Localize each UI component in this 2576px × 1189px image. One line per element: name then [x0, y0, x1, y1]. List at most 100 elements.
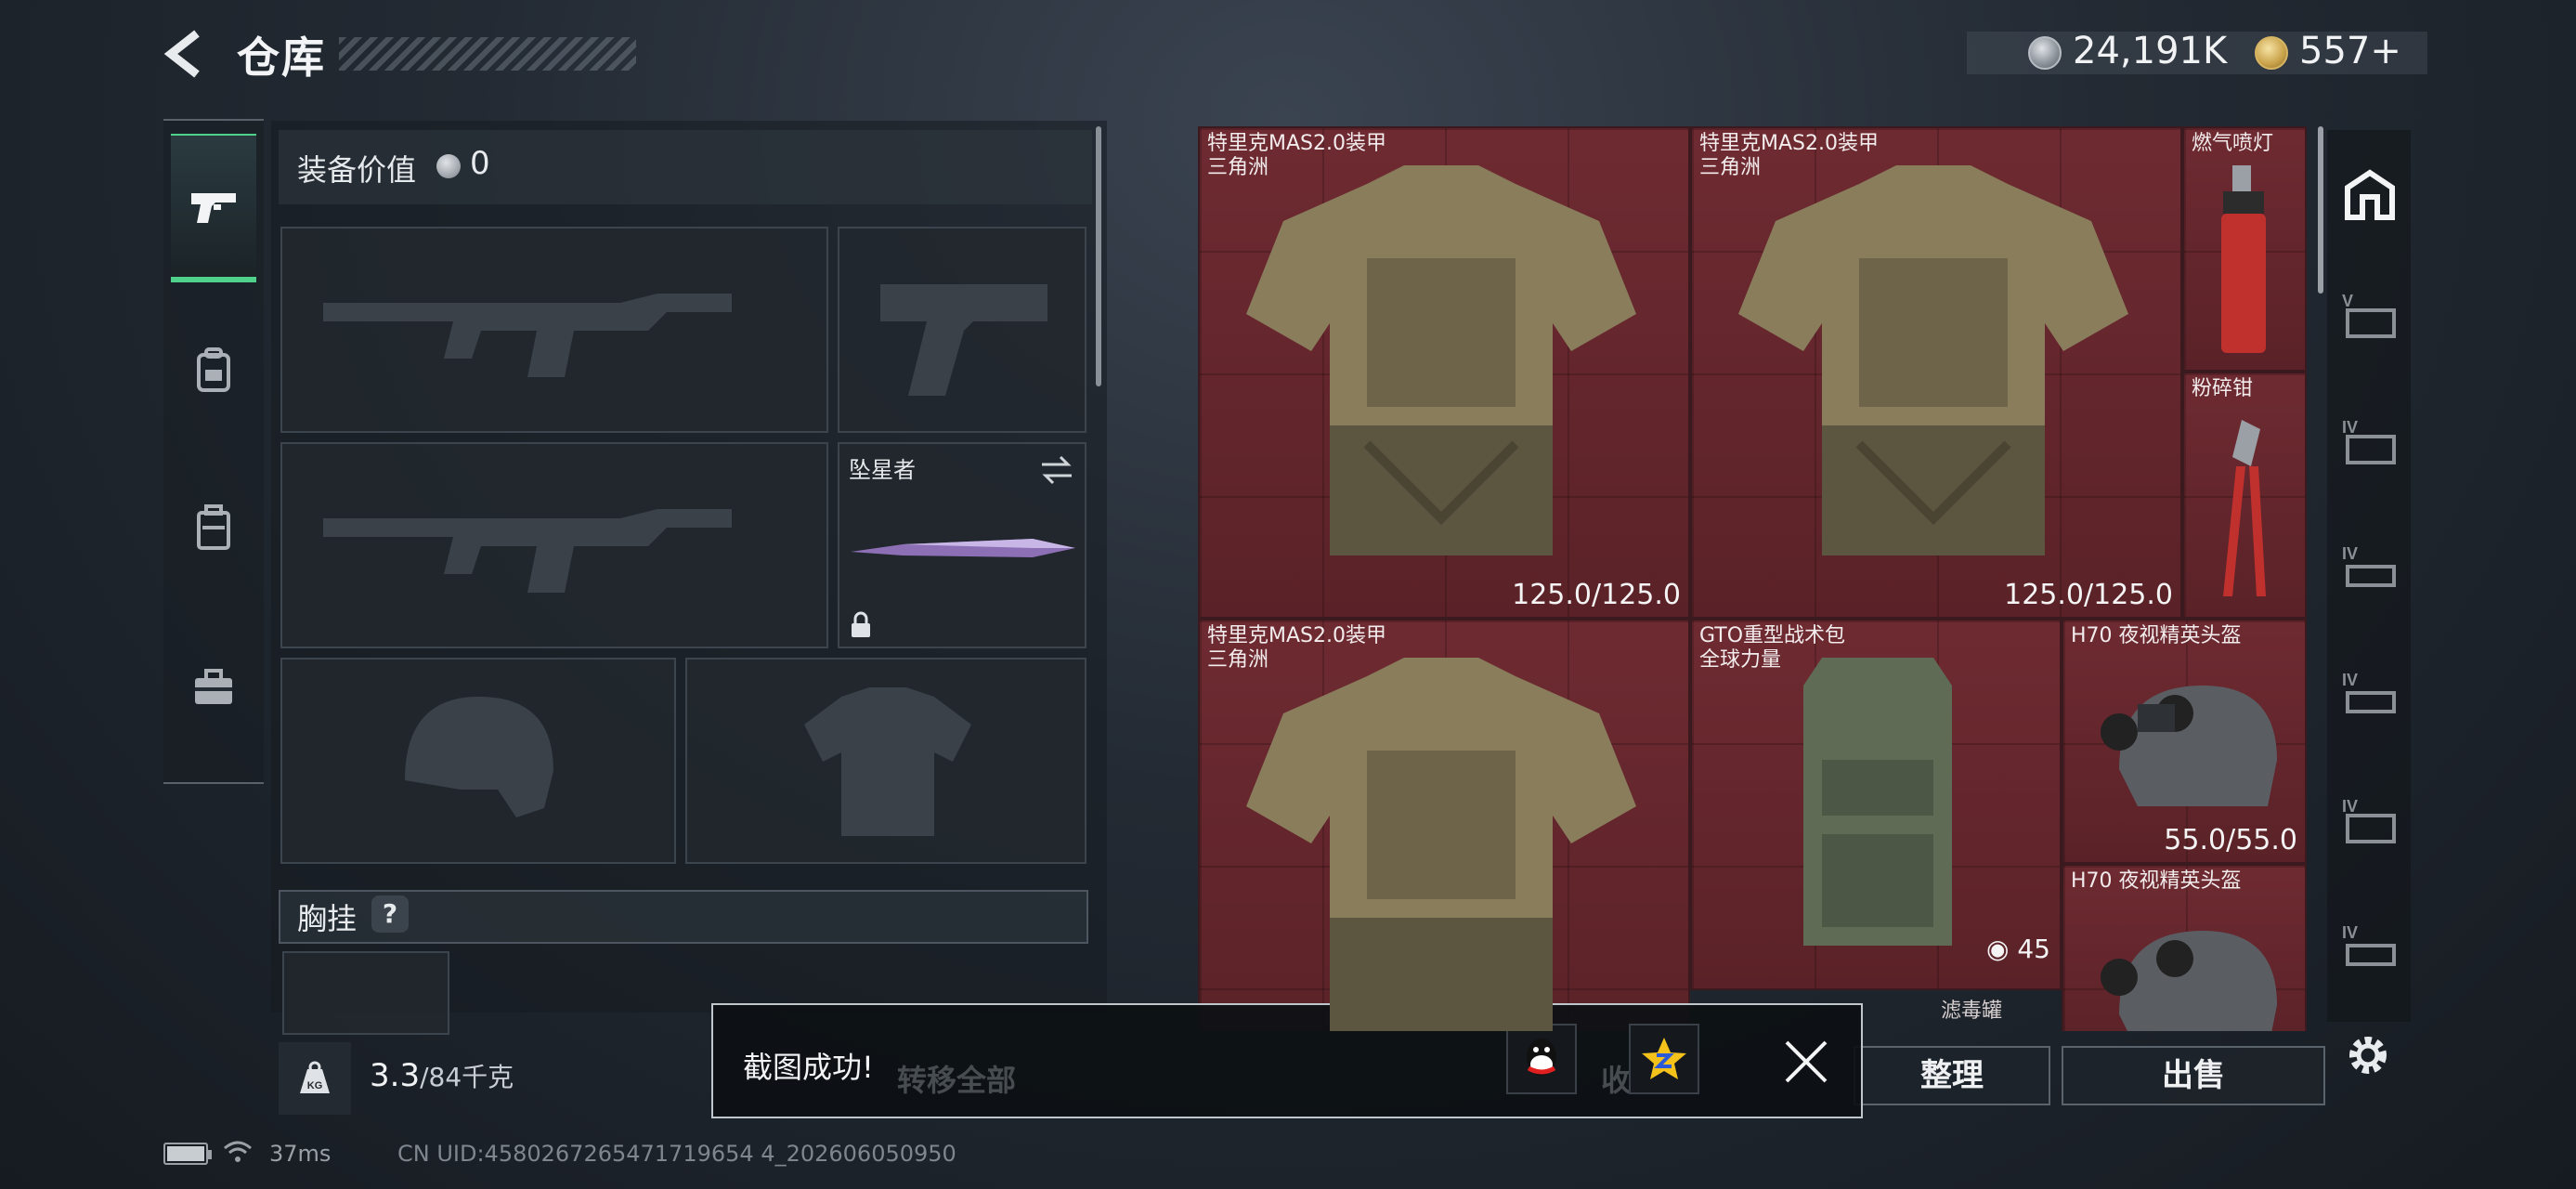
chest-rig-label: 胸挂 — [297, 901, 358, 936]
storage-item[interactable]: 特里克MAS2.0装甲 三角洲 — [1198, 619, 1690, 1031]
item-durability: 55.0/55.0 — [2164, 824, 2297, 856]
backpack-icon — [197, 347, 230, 392]
gold-balance-value: 557 — [2299, 30, 2371, 72]
item-durability: 125.0/125.0 — [1512, 579, 1681, 611]
body-armor-icon — [1738, 165, 2128, 555]
transfer-all-button[interactable]: 转移全部 — [897, 1057, 1016, 1100]
body-armor-icon — [1246, 658, 1636, 1031]
case-icon — [197, 504, 230, 550]
storage-tab-6[interactable]: IV — [2335, 892, 2405, 1003]
svg-text:IV: IV — [2342, 418, 2358, 437]
sell-button[interactable]: 出售 — [2062, 1046, 2325, 1105]
settings-gear-icon[interactable] — [2340, 1027, 2396, 1083]
storage-item[interactable]: 燃气喷灯 — [2182, 126, 2307, 372]
silver-coin-icon — [2028, 36, 2062, 70]
backpack-icon — [1803, 658, 1952, 946]
close-icon[interactable] — [1777, 1033, 1835, 1091]
knife-icon — [851, 539, 1075, 557]
item-name: GTO重型战术包 — [1699, 624, 1846, 647]
page-title: 仓库 — [237, 33, 326, 83]
battery-level — [167, 1146, 204, 1161]
add-gold-button[interactable]: + — [2370, 30, 2401, 72]
chest-rig-slot[interactable] — [282, 951, 449, 1035]
svg-text:V: V — [2342, 292, 2353, 310]
nvg-helmet-icon — [2101, 931, 2277, 1031]
storage-tab-main[interactable] — [2335, 139, 2405, 251]
item-durability: 125.0/125.0 — [2004, 579, 2173, 611]
item-name: 粉碎钳 — [2192, 377, 2254, 400]
item-brand: 三角洲 — [1699, 156, 1762, 179]
loadout-scrollbar[interactable] — [1096, 126, 1101, 386]
svg-text:KG: KG — [307, 1080, 323, 1091]
storage-tabs: V IV IV IV IV IV — [2327, 130, 2411, 1022]
silver-coin-icon — [436, 154, 461, 178]
armor-silhouette-icon — [804, 687, 971, 836]
sidearm-slot[interactable] — [838, 227, 1086, 433]
svg-text:IV: IV — [2342, 797, 2358, 816]
storage-tab-4[interactable]: IV — [2335, 639, 2405, 751]
weight-icon: KG — [279, 1042, 351, 1115]
swap-icon[interactable] — [1038, 453, 1075, 487]
helmet-slot[interactable] — [280, 658, 676, 864]
toast-message: 截图成功! — [743, 1050, 874, 1085]
melee-slot-name: 坠星者 — [849, 457, 916, 483]
wifi-icon — [224, 1141, 252, 1162]
help-button[interactable]: ? — [371, 895, 409, 933]
home-icon — [2345, 169, 2395, 220]
storage-grid[interactable]: 特里克MAS2.0装甲 三角洲 125.0/125.0 特里克MAS2.0装甲 三角… — [1198, 126, 2310, 1031]
storage-scrollbar[interactable] — [2318, 126, 2323, 294]
primary-weapon-slot[interactable] — [280, 227, 828, 433]
storage-item[interactable]: 特里克MAS2.0装甲 三角洲 125.0/125.0 — [1198, 126, 1690, 619]
weight-current: 3.3 — [370, 1057, 421, 1094]
storage-tab-1[interactable]: V — [2335, 260, 2405, 372]
item-brand: 全球力量 — [1699, 648, 1782, 672]
category-nav — [163, 119, 264, 784]
qzone-star-icon — [1642, 1038, 1686, 1079]
storage-item[interactable]: H70 夜视精英头盔 55.0/55.0 — [2062, 619, 2307, 864]
storage-item[interactable]: GTO重型战术包 全球力量 ◉ 45 — [1690, 619, 2062, 990]
svg-text:IV: IV — [2342, 671, 2358, 689]
title-decoration — [339, 37, 636, 71]
storage-tab-3[interactable]: IV — [2335, 513, 2405, 624]
sort-button[interactable]: 整理 — [1854, 1046, 2050, 1105]
share-qzone-button[interactable] — [1629, 1024, 1699, 1094]
share-qq-button[interactable] — [1506, 1024, 1577, 1094]
equipment-value: 0 — [470, 145, 490, 182]
pliers-icon — [2223, 420, 2266, 596]
storage-tab-5[interactable]: IV — [2335, 765, 2405, 877]
gold-balance[interactable]: 557+ — [2299, 30, 2401, 72]
back-button[interactable] — [158, 26, 214, 82]
ping-readout: 37ms — [269, 1141, 332, 1167]
melee-slot[interactable]: 坠星者 — [838, 442, 1086, 648]
storage-item[interactable]: 特里克MAS2.0装甲 三角洲 125.0/125.0 — [1690, 126, 2182, 619]
svg-text:IV: IV — [2342, 923, 2358, 942]
item-name: 燃气喷灯 — [2192, 132, 2274, 155]
storage-item[interactable]: H70 夜视精英头盔 — [2062, 864, 2307, 1031]
toolbox-icon — [195, 669, 232, 704]
nav-gear[interactable] — [171, 453, 256, 602]
secondary-weapon-slot[interactable] — [280, 442, 828, 648]
item-count: 45 — [2017, 934, 2050, 964]
item-brand: 三角洲 — [1207, 648, 1269, 672]
storage-item[interactable]: 粉碎钳 — [2182, 372, 2307, 619]
nav-weapons[interactable] — [171, 134, 256, 282]
storage-tab-2[interactable]: IV — [2335, 386, 2405, 498]
partial-item-label: 滤毒罐 — [1941, 1000, 2003, 1023]
item-name: 特里克MAS2.0装甲 — [1699, 132, 1879, 155]
nav-equipment[interactable] — [171, 295, 256, 444]
armor-slot[interactable] — [685, 658, 1086, 864]
item-name: H70 夜视精英头盔 — [2071, 624, 2242, 647]
helmet-silhouette-icon — [405, 697, 553, 817]
nav-tools[interactable] — [171, 613, 256, 762]
tier-iv-icon: IV — [2342, 544, 2396, 587]
gold-coin-icon — [2255, 36, 2288, 70]
rifle-silhouette-icon — [323, 294, 732, 377]
tier-iv-icon: IV — [2342, 797, 2396, 843]
weight-readout: 3.3/84千克 — [370, 1057, 514, 1094]
user-uid: CN UID:4580267265471719654 4_20260605095… — [397, 1141, 956, 1167]
nvg-helmet-icon — [2101, 686, 2277, 806]
rifle-silhouette-icon — [323, 509, 732, 593]
svg-text:IV: IV — [2342, 544, 2358, 563]
item-name: 特里克MAS2.0装甲 — [1207, 132, 1386, 155]
gas-torch-icon — [2221, 165, 2266, 353]
